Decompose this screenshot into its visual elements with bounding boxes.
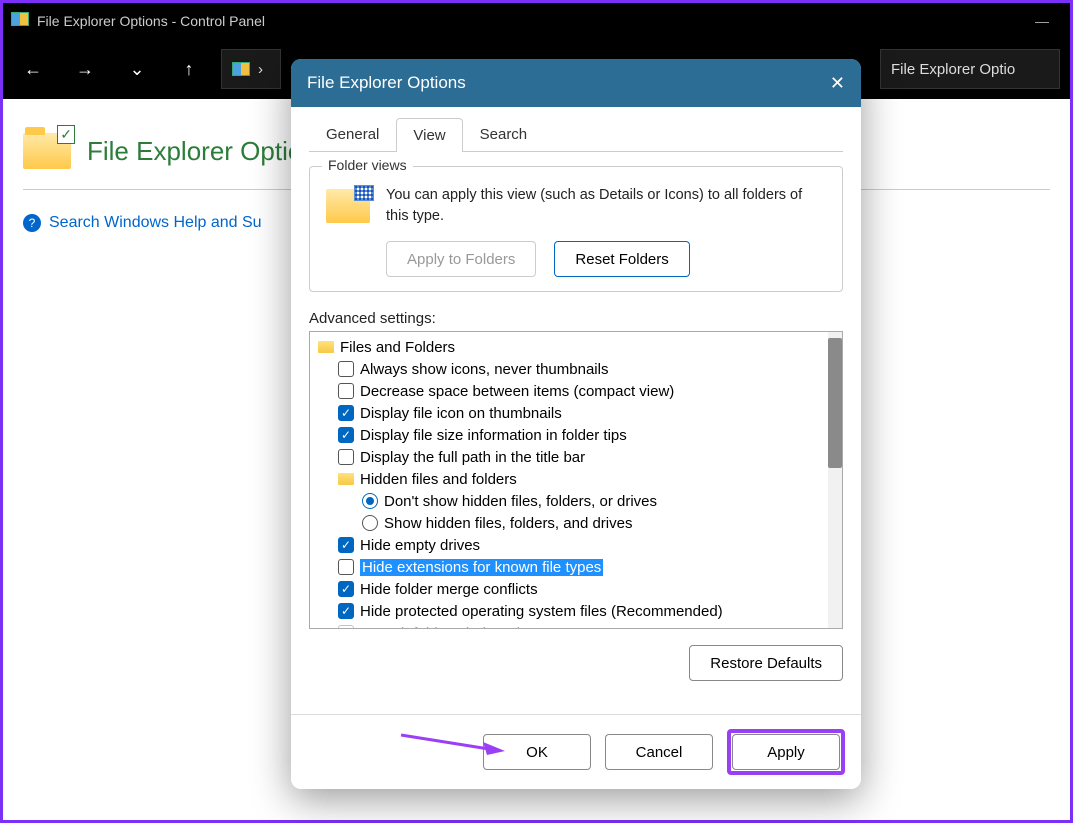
scrollbar-thumb[interactable]: [828, 338, 842, 468]
tree-label: Hide protected operating system files (R…: [360, 603, 723, 620]
advanced-settings-label: Advanced settings:: [309, 310, 843, 327]
checkbox[interactable]: [338, 625, 354, 629]
tree-item[interactable]: Show hidden files, folders, and drives: [312, 512, 840, 534]
dialog-footer: OK Cancel Apply: [291, 714, 861, 789]
tree-label: Always show icons, never thumbnails: [360, 361, 608, 378]
radio[interactable]: [362, 493, 378, 509]
dialog-title: File Explorer Options: [307, 73, 466, 93]
search-input[interactable]: File Explorer Optio: [880, 49, 1060, 89]
tree-label: Display the full path in the title bar: [360, 449, 585, 466]
tree-item[interactable]: ✓ Hide folder merge conflicts: [312, 578, 840, 600]
address-bar[interactable]: ›: [221, 49, 281, 89]
tree-item[interactable]: ✓ Hide protected operating system files (…: [312, 600, 840, 622]
tree-item[interactable]: Launch folder windows in a separate proc…: [312, 622, 840, 629]
tree-label: Display file size information in folder …: [360, 427, 627, 444]
tree-root-folder[interactable]: Files and Folders: [312, 336, 840, 358]
tree-item[interactable]: ✓ Display file size information in folder…: [312, 424, 840, 446]
scrollbar[interactable]: [828, 332, 842, 628]
tab-search[interactable]: Search: [463, 117, 545, 151]
breadcrumb-sep: ›: [258, 61, 263, 78]
search-placeholder: File Explorer Optio: [891, 61, 1015, 78]
page-title: File Explorer Optio: [87, 136, 302, 167]
tree-label: Decrease space between items (compact vi…: [360, 383, 674, 400]
recent-dropdown[interactable]: ⌄: [117, 49, 157, 89]
tree-label: Files and Folders: [340, 339, 455, 356]
forward-button[interactable]: →: [65, 49, 105, 89]
tree-label: Hidden files and folders: [360, 471, 517, 488]
dialog-tabs: General View Search: [309, 117, 843, 152]
reset-folders-button[interactable]: Reset Folders: [554, 241, 689, 277]
tree-label: Launch folder windows in a separate proc…: [360, 625, 660, 630]
folder-views-text: You can apply this view (such as Details…: [386, 185, 826, 227]
window-title: File Explorer Options - Control Panel: [37, 13, 265, 29]
folder-icon: [318, 341, 334, 353]
tree-item[interactable]: Don't show hidden files, folders, or dri…: [312, 490, 840, 512]
back-button[interactable]: ←: [13, 49, 53, 89]
folder-options-icon: [23, 133, 71, 169]
checkbox[interactable]: [338, 559, 354, 575]
checkbox[interactable]: ✓: [338, 427, 354, 443]
advanced-settings-list[interactable]: Files and Folders Always show icons, neve…: [309, 331, 843, 629]
tree-label: Hide extensions for known file types: [360, 559, 603, 576]
tree-label: Display file icon on thumbnails: [360, 405, 562, 422]
minimize-button[interactable]: —: [1022, 13, 1062, 29]
tab-general[interactable]: General: [309, 117, 396, 151]
checkbox[interactable]: ✓: [338, 581, 354, 597]
tree-item[interactable]: Display the full path in the title bar: [312, 446, 840, 468]
tree-item[interactable]: Hide extensions for known file types: [312, 556, 840, 578]
folder-views-label: Folder views: [322, 157, 413, 173]
help-icon: ?: [23, 214, 41, 232]
folder-icon: [338, 473, 354, 485]
tree-item[interactable]: Decrease space between items (compact vi…: [312, 380, 840, 402]
tree-label: Hide empty drives: [360, 537, 480, 554]
tab-view[interactable]: View: [396, 118, 462, 152]
help-link-text: Search Windows Help and Su: [49, 214, 262, 232]
restore-defaults-button[interactable]: Restore Defaults: [689, 645, 843, 681]
annotation-highlight: Apply: [727, 729, 845, 775]
tree-item[interactable]: Hidden files and folders: [312, 468, 840, 490]
window-titlebar: File Explorer Options - Control Panel —: [3, 3, 1070, 39]
folder-view-icon: [326, 189, 370, 223]
apply-button[interactable]: Apply: [732, 734, 840, 770]
ok-button[interactable]: OK: [483, 734, 591, 770]
checkbox[interactable]: [338, 361, 354, 377]
checkbox[interactable]: ✓: [338, 405, 354, 421]
file-explorer-options-dialog: File Explorer Options ✕ General View Sea…: [291, 59, 861, 789]
tree-label: Show hidden files, folders, and drives: [384, 515, 632, 532]
checkbox[interactable]: ✓: [338, 537, 354, 553]
close-icon[interactable]: ✕: [830, 73, 845, 94]
tree-label: Don't show hidden files, folders, or dri…: [384, 493, 657, 510]
cancel-button[interactable]: Cancel: [605, 734, 713, 770]
tree-item[interactable]: ✓ Hide empty drives: [312, 534, 840, 556]
radio[interactable]: [362, 515, 378, 531]
folder-views-group: Folder views You can apply this view (su…: [309, 166, 843, 292]
apply-to-folders-button: Apply to Folders: [386, 241, 536, 277]
tree-label: Hide folder merge conflicts: [360, 581, 538, 598]
control-panel-icon: [232, 62, 250, 76]
checkbox[interactable]: [338, 449, 354, 465]
checkbox[interactable]: [338, 383, 354, 399]
tree-item[interactable]: Always show icons, never thumbnails: [312, 358, 840, 380]
tree-item[interactable]: ✓ Display file icon on thumbnails: [312, 402, 840, 424]
control-panel-icon: [11, 12, 29, 30]
up-button[interactable]: ↑: [169, 49, 209, 89]
checkbox[interactable]: ✓: [338, 603, 354, 619]
dialog-titlebar: File Explorer Options ✕: [291, 59, 861, 107]
